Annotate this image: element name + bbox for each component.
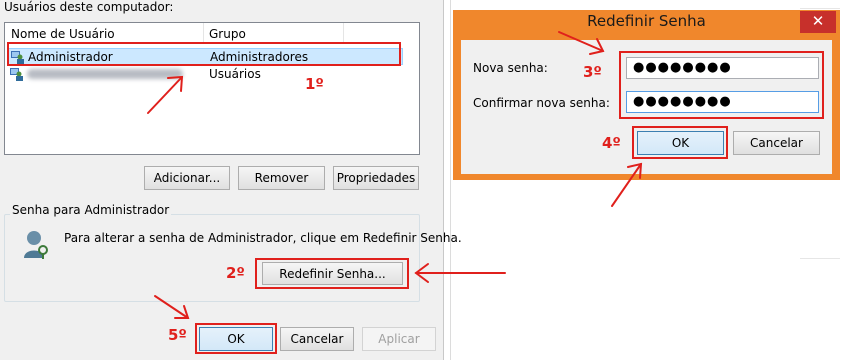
arrow-icon [147,31,643,319]
